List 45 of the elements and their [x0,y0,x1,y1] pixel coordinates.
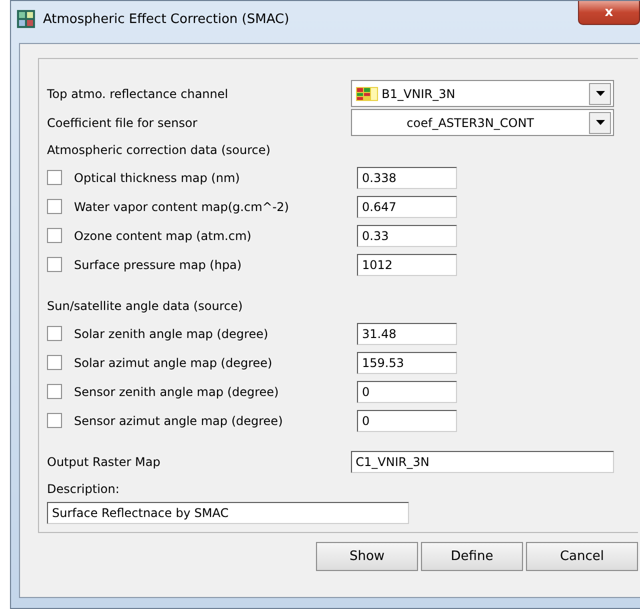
dropdown-button[interactable] [589,82,611,104]
checkbox-label: Solar azimut angle map (degree) [74,356,274,370]
value-field[interactable]: 0 [357,380,457,402]
channel-dropdown[interactable]: B1_VNIR_3N [350,80,614,107]
field-label: Coefficient file for sensor [47,116,198,130]
description-field[interactable]: Surface Reflectnace by SMAC [47,502,409,524]
coefficient-dropdown[interactable]: coef_ASTER3N_CONT [350,109,614,136]
field-label: Top atmo. reflectance channel [47,86,230,100]
dialog-button[interactable]: Cancel [526,542,638,571]
window-title: Atmospheric Effect Correction (SMAC) [43,12,290,26]
value-field[interactable]: 1012 [357,254,457,276]
field-label: Output Raster Map [47,454,162,468]
value-field[interactable]: 31.48 [357,322,457,344]
checkbox-label: Sensor zenith angle map (degree) [74,384,280,398]
checkbox[interactable] [47,199,62,214]
checkbox-label: Surface pressure map (hpa) [74,258,243,272]
value-field[interactable]: 0.33 [357,224,457,246]
checkbox[interactable] [47,170,62,185]
section-heading: Sun/satellite angle data (source) [47,298,244,315]
value-field[interactable]: 0.647 [357,196,457,218]
checkbox[interactable] [47,257,62,272]
checkbox-label: Ozone content map (atm.cm) [74,228,252,242]
field-label: Description: [47,481,120,498]
checkbox[interactable] [47,384,62,399]
close-button[interactable]: x [578,1,640,25]
checkbox-label: Solar zenith angle map (degree) [74,326,270,340]
dialog-button[interactable]: Define [421,542,523,571]
raster-grid-icon [356,86,378,100]
value-field[interactable]: 0.338 [357,166,457,188]
output-map-field[interactable]: C1_VNIR_3N [350,450,614,472]
checkbox[interactable] [47,228,62,243]
value-field[interactable]: 0 [357,410,457,432]
checkbox[interactable] [47,413,62,428]
caret-icon [596,91,604,96]
dropdown-button[interactable] [589,112,611,134]
dialog-button[interactable]: Show [316,542,418,571]
caret-icon [596,120,604,125]
checkbox[interactable] [47,355,62,370]
checkbox-label: Sensor azimut angle map (degree) [74,414,284,428]
value-field[interactable]: 159.53 [357,352,457,374]
app-icon [17,10,35,28]
checkbox-label: Water vapor content map(g.cm^-2) [74,200,290,214]
section-heading: Atmospheric correction data (source) [47,142,272,159]
checkbox-label: Optical thickness map (nm) [74,170,241,184]
checkbox[interactable] [47,326,62,341]
